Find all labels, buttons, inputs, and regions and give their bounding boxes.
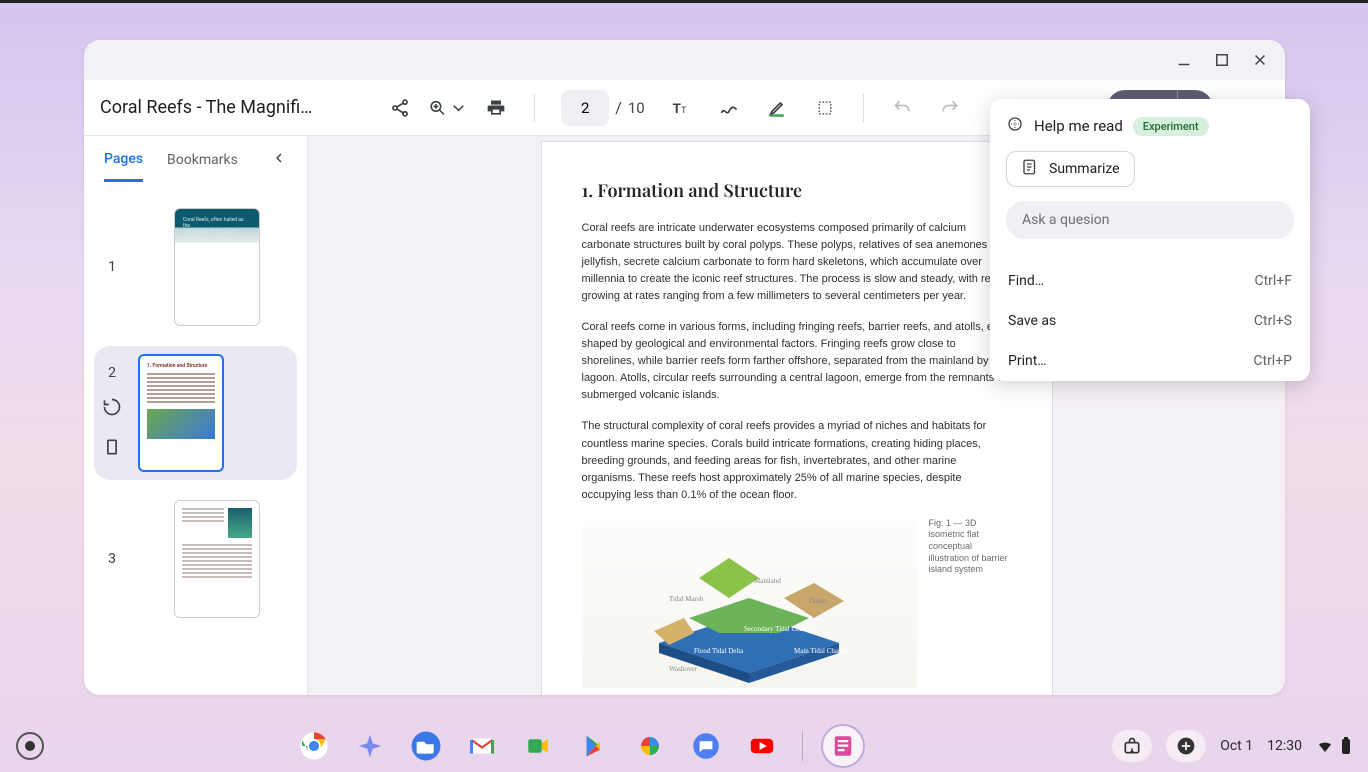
svg-text:T: T	[672, 102, 680, 117]
svg-text:Dunes: Dunes	[809, 597, 827, 605]
files-icon[interactable]	[406, 726, 446, 766]
summarize-icon	[1021, 158, 1039, 180]
menu-item-label: Find…	[1008, 273, 1044, 289]
highlight-tool-icon[interactable]	[757, 88, 797, 128]
paragraph: Coral reefs come in various forms, inclu…	[582, 319, 1012, 404]
figure-image: Mainland Tidal Marsh Dunes Secondary Tid…	[582, 518, 917, 688]
summarize-label: Summarize	[1049, 161, 1120, 177]
shelf-separator	[802, 731, 803, 761]
paragraph: Coral reefs are intricate underwater eco…	[582, 220, 1012, 305]
chrome-icon[interactable]	[294, 726, 334, 766]
total-pages: 10	[628, 99, 645, 117]
status-icons[interactable]	[1316, 737, 1352, 755]
thumbnail-preview: Coral Reefs, often hailed as the"rainfor…	[174, 208, 260, 326]
maximize-button[interactable]	[1213, 51, 1231, 69]
help-me-read-label: Help me read	[1034, 117, 1123, 135]
titlebar	[84, 40, 1285, 80]
undo-button[interactable]	[882, 88, 922, 128]
time-label[interactable]: 12:30	[1267, 738, 1302, 754]
menu-item-shortcut: Ctrl+F	[1254, 273, 1292, 289]
separator	[534, 94, 535, 122]
shelf-apps	[294, 726, 863, 766]
menu-item-shortcut: Ctrl+P	[1253, 353, 1292, 369]
print-icon[interactable]	[476, 88, 516, 128]
thumbnail-preview	[174, 500, 260, 618]
shelf-status: Oct 1 12:30	[1112, 730, 1352, 762]
rotate-icon[interactable]	[102, 397, 122, 421]
menu-item-shortcut: Ctrl+S	[1254, 313, 1292, 329]
thumbnail-item[interactable]: 1 Coral Reefs, often hailed as the"rainf…	[94, 200, 297, 334]
summarize-button[interactable]: Summarize	[1006, 151, 1135, 187]
menu-item-label: Print…	[1008, 353, 1047, 369]
tab-bookmarks[interactable]: Bookmarks	[167, 140, 238, 180]
figure: Mainland Tidal Marsh Dunes Secondary Tid…	[582, 518, 1012, 688]
youtube-icon[interactable]	[742, 726, 782, 766]
help-me-read-header: Help me read Experiment	[1006, 115, 1294, 137]
tab-pages[interactable]: Pages	[104, 139, 143, 182]
sidebar-tabs: Pages Bookmarks	[84, 136, 307, 184]
thumbnail-preview: 1. Formation and Structure	[138, 354, 224, 472]
date-label[interactable]: Oct 1	[1220, 738, 1253, 754]
page-indicator: 2 / 10	[561, 90, 644, 126]
messages-icon[interactable]	[686, 726, 726, 766]
draw-tool-icon[interactable]	[709, 88, 749, 128]
svg-text:Flood Tidal Delta: Flood Tidal Delta	[694, 647, 744, 655]
thumbnail-item[interactable]: 3	[94, 492, 297, 626]
separator	[863, 94, 864, 122]
svg-text:Secondary Tidal Channel: Secondary Tidal Channel	[744, 625, 815, 633]
launcher-button[interactable]	[16, 732, 44, 760]
paragraph: The structural complexity of coral reefs…	[582, 418, 1012, 503]
thumbnail-item[interactable]: 2 1. Formation and Structure	[94, 346, 297, 480]
gemini-icon[interactable]	[350, 726, 390, 766]
photos-icon[interactable]	[630, 726, 670, 766]
pdf-app-icon[interactable]	[823, 726, 863, 766]
ask-question-input[interactable]: Ask a quesion	[1006, 201, 1294, 239]
menu-item-label: Save as	[1008, 313, 1056, 329]
meet-icon[interactable]	[518, 726, 558, 766]
menu-item-saveas[interactable]: Save as Ctrl+S	[990, 301, 1310, 341]
svg-text:Tidal Marsh: Tidal Marsh	[669, 595, 704, 603]
tote-button[interactable]	[1112, 730, 1152, 762]
ask-placeholder: Ask a quesion	[1022, 212, 1109, 228]
experiment-badge: Experiment	[1133, 117, 1209, 136]
overflow-menu: Help me read Experiment Summarize Ask a …	[990, 99, 1310, 381]
thumbnail-list: 1 Coral Reefs, often hailed as the"rainf…	[84, 184, 307, 695]
document-title: Coral Reefs - The Magnifi…	[100, 97, 312, 118]
close-button[interactable]	[1251, 51, 1269, 69]
minimize-button[interactable]	[1175, 51, 1193, 69]
figure-caption: Fig. 1 — 3D isometric flat conceptual il…	[929, 518, 1012, 688]
svg-text:Washover: Washover	[669, 665, 697, 673]
thumbnail-number: 2	[102, 365, 122, 381]
zoom-button[interactable]	[428, 88, 468, 128]
page-heading: 1. Formation and Structure	[582, 178, 1012, 202]
text-tool-icon[interactable]: TT	[661, 88, 701, 128]
sidebar: Pages Bookmarks 1 Coral Reefs, often hai…	[84, 136, 308, 695]
current-page-input[interactable]: 2	[561, 90, 609, 126]
menu-item-print[interactable]: Print… Ctrl+P	[990, 341, 1310, 381]
sparkle-icon	[1006, 115, 1024, 137]
redo-button[interactable]	[930, 88, 970, 128]
thumbnail-number: 3	[102, 551, 122, 567]
page-separator: /	[615, 98, 622, 117]
svg-text:Main Tidal Channel: Main Tidal Channel	[794, 647, 850, 655]
delete-icon[interactable]	[102, 437, 122, 461]
shelf: Oct 1 12:30	[0, 720, 1368, 772]
gmail-icon[interactable]	[462, 726, 502, 766]
thumbnail-number: 1	[102, 259, 122, 275]
svg-text:T: T	[681, 106, 687, 116]
play-store-icon[interactable]	[574, 726, 614, 766]
collapse-sidebar-icon[interactable]	[271, 150, 287, 170]
battery-icon	[1340, 737, 1352, 755]
svg-text:Mainland: Mainland	[754, 577, 781, 585]
crop-tool-icon[interactable]	[805, 88, 845, 128]
document-page: 1. Formation and Structure Coral reefs a…	[542, 142, 1052, 695]
wifi-icon	[1316, 737, 1334, 755]
menu-item-find[interactable]: Find… Ctrl+F	[990, 261, 1310, 301]
quick-add-button[interactable]	[1166, 730, 1206, 762]
share-icon[interactable]	[380, 88, 420, 128]
